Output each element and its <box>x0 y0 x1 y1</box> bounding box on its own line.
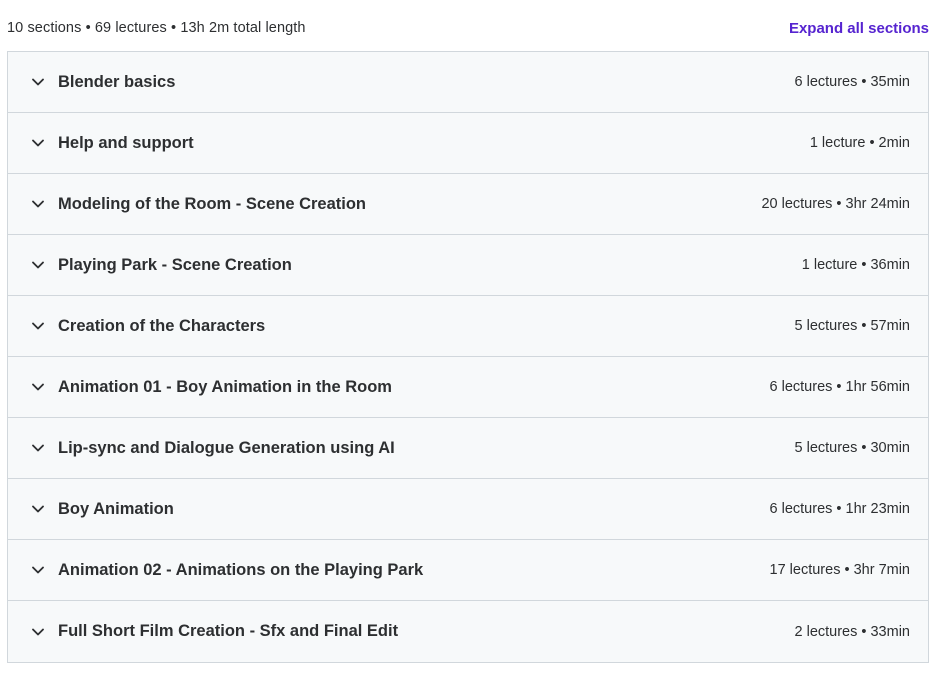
chevron-down-icon <box>31 197 45 211</box>
section-title: Lip-sync and Dialogue Generation using A… <box>58 438 395 457</box>
chevron-down-icon <box>31 563 45 577</box>
section-meta: 17 lectures • 3hr 7min <box>769 562 910 578</box>
chevron-down-icon <box>31 75 45 89</box>
section-meta: 2 lectures • 33min <box>794 623 911 640</box>
curriculum-summary: 10 sections • 69 lectures • 13h 2m total… <box>7 20 306 36</box>
chevron-down-icon <box>31 441 45 455</box>
section-item[interactable]: Playing Park - Scene Creation 1 lecture … <box>8 235 928 296</box>
section-title: Boy Animation <box>58 499 174 518</box>
section-meta: 1 lecture • 2min <box>809 135 910 151</box>
section-meta: 6 lectures • 1hr 56min <box>769 379 910 395</box>
section-item[interactable]: Creation of the Characters 5 lectures • … <box>8 296 928 357</box>
chevron-down-icon <box>31 136 45 150</box>
section-title: Modeling of the Room - Scene Creation <box>58 194 367 213</box>
section-title: Full Short Film Creation - Sfx and Final… <box>58 622 399 640</box>
section-title: Animation 02 - Animations on the Playing… <box>58 560 424 579</box>
chevron-down-icon <box>31 380 45 394</box>
expand-all-sections-button[interactable]: Expand all sections <box>789 20 929 37</box>
section-title: Help and support <box>58 133 194 152</box>
section-item[interactable]: Help and support 1 lecture • 2min <box>8 113 928 174</box>
section-meta: 5 lectures • 57min <box>794 318 911 334</box>
chevron-down-icon <box>31 502 45 516</box>
section-meta: 6 lectures • 35min <box>794 74 911 90</box>
section-item[interactable]: Boy Animation 6 lectures • 1hr 23min <box>8 479 928 540</box>
section-meta: 20 lectures • 3hr 24min <box>761 196 910 212</box>
section-item[interactable]: Animation 01 - Boy Animation in the Room… <box>8 357 928 418</box>
section-title: Animation 01 - Boy Animation in the Room <box>58 377 392 396</box>
section-item[interactable]: Full Short Film Creation - Sfx and Final… <box>8 601 928 662</box>
section-item[interactable]: Lip-sync and Dialogue Generation using A… <box>8 418 928 479</box>
section-meta: 5 lectures • 30min <box>794 440 911 456</box>
section-item[interactable]: Blender basics 6 lectures • 35min <box>8 52 928 113</box>
chevron-down-icon <box>31 258 45 272</box>
section-title: Playing Park - Scene Creation <box>58 255 292 274</box>
chevron-down-icon <box>31 625 45 639</box>
curriculum-header: 10 sections • 69 lectures • 13h 2m total… <box>7 14 929 42</box>
chevron-down-icon <box>31 319 45 333</box>
section-list: Blender basics 6 lectures • 35min Help a… <box>7 51 929 663</box>
section-item[interactable]: Modeling of the Room - Scene Creation 20… <box>8 174 928 235</box>
section-meta: 1 lecture • 36min <box>801 257 910 273</box>
section-meta: 6 lectures • 1hr 23min <box>769 501 910 517</box>
section-title: Blender basics <box>58 72 176 91</box>
section-item[interactable]: Animation 02 - Animations on the Playing… <box>8 540 928 601</box>
section-title: Creation of the Characters <box>58 316 266 335</box>
